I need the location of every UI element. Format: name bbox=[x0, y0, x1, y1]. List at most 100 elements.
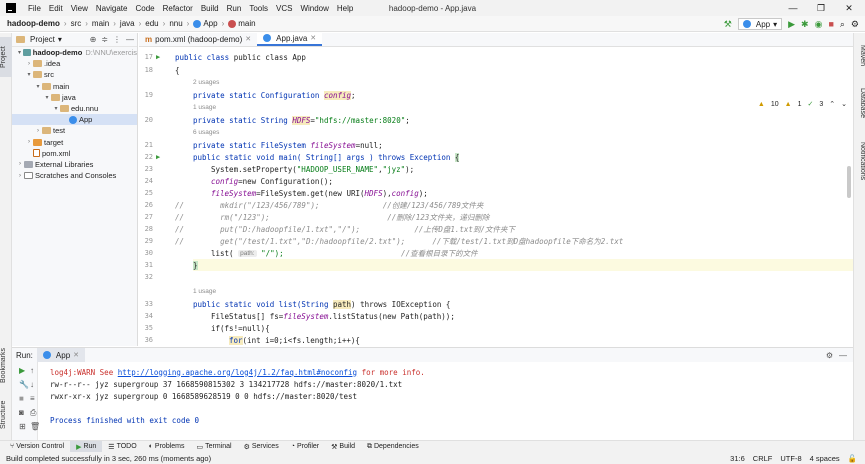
line-number[interactable]: 33 bbox=[139, 298, 173, 310]
expand-arrow-icon[interactable]: ▾ bbox=[52, 105, 60, 112]
tree-item[interactable]: ▾ main bbox=[12, 81, 137, 92]
line-number[interactable]: 31 bbox=[139, 259, 173, 271]
line-number[interactable]: 34 bbox=[139, 310, 173, 322]
print-icon[interactable]: ⎙ bbox=[30, 408, 36, 418]
menu-run[interactable]: Run bbox=[223, 4, 246, 13]
tw-terminal[interactable]: ▭ Terminal bbox=[191, 441, 238, 453]
tw-profiler[interactable]: ◔ Profiler bbox=[285, 441, 325, 453]
expand-arrow-icon[interactable]: ▾ bbox=[43, 94, 51, 101]
rerun-icon[interactable]: ▶ bbox=[19, 366, 25, 375]
wrench-icon[interactable]: 🔧 bbox=[19, 380, 29, 389]
run-config-select[interactable]: App ▾ bbox=[737, 18, 783, 30]
expand-arrow-icon[interactable]: › bbox=[25, 139, 33, 145]
project-panel-title[interactable]: Project bbox=[30, 35, 55, 44]
run-gutter-icon[interactable]: ▶ bbox=[156, 153, 160, 161]
minimize-button[interactable]: — bbox=[779, 0, 807, 16]
line-number[interactable]: 22 ▶ bbox=[139, 151, 173, 163]
run-button[interactable]: ▶ bbox=[788, 16, 795, 32]
menu-build[interactable]: Build bbox=[197, 4, 223, 13]
usage-hint[interactable]: 6 usages bbox=[193, 129, 219, 136]
caret-position[interactable]: 31:6 bbox=[730, 454, 745, 463]
tree-item[interactable]: ▾ java bbox=[12, 92, 137, 103]
wrap-icon[interactable]: ≡ bbox=[30, 394, 35, 403]
expand-arrow-icon[interactable]: › bbox=[25, 61, 33, 67]
menu-refactor[interactable]: Refactor bbox=[159, 4, 197, 13]
trash-icon[interactable]: 🗑 bbox=[30, 422, 40, 431]
line-number[interactable]: 26 bbox=[139, 199, 173, 211]
tw-dependencies[interactable]: ⧉ Dependencies bbox=[361, 441, 425, 453]
close-tab-icon[interactable]: ✕ bbox=[310, 34, 316, 42]
tree-item[interactable]: › test bbox=[12, 125, 137, 136]
indent-setting[interactable]: 4 spaces bbox=[810, 454, 840, 463]
tree-item[interactable]: ▾ edu.nnu bbox=[12, 103, 137, 114]
run-gutter-icon[interactable]: ▶ bbox=[156, 53, 160, 61]
menu-code[interactable]: Code bbox=[131, 4, 158, 13]
close-tab-icon[interactable]: ✕ bbox=[73, 351, 79, 359]
line-number[interactable]: 18 bbox=[139, 64, 173, 76]
code-editor[interactable]: 17 ▶ 18 19 20 21 22 ▶ 23 24 25 26 27 28 29 30 31 32 33 34 35… bbox=[139, 48, 853, 347]
locate-icon[interactable]: ⊕ bbox=[90, 35, 97, 44]
arrow-down-icon[interactable]: ↓ bbox=[30, 380, 34, 389]
menu-tools[interactable]: Tools bbox=[245, 4, 272, 13]
menu-view[interactable]: View bbox=[67, 4, 92, 13]
debug-button[interactable]: ✱ bbox=[801, 16, 809, 32]
tree-item[interactable]: ▾ src bbox=[12, 69, 137, 80]
tab-pom-xml[interactable]: m pom.xml (hadoop-demo) ✕ bbox=[139, 32, 257, 46]
close-tab-icon[interactable]: ✕ bbox=[245, 35, 251, 43]
chevron-down-icon[interactable]: ▾ bbox=[58, 35, 62, 44]
line-number[interactable]: 30 bbox=[139, 247, 173, 259]
line-number[interactable]: 29 bbox=[139, 235, 173, 247]
tw-run[interactable]: ▶ Run bbox=[70, 440, 103, 453]
tw-problems[interactable]: ◐ Problems bbox=[143, 441, 191, 453]
stop-button[interactable]: ■ bbox=[828, 16, 833, 32]
menu-help[interactable]: Help bbox=[333, 4, 357, 13]
stripe-project[interactable]: Project bbox=[0, 37, 12, 77]
tree-item[interactable]: ▾ hadoop-demo D:\NNU\exercis bbox=[12, 47, 137, 58]
line-number[interactable]: 19 bbox=[139, 89, 173, 101]
line-number[interactable]: 25 bbox=[139, 187, 173, 199]
menu-window[interactable]: Window bbox=[296, 4, 332, 13]
build-hammer-icon[interactable]: ⚒ bbox=[724, 16, 732, 32]
tree-item[interactable]: › .idea bbox=[12, 58, 137, 69]
tw-services[interactable]: ⚙ Services bbox=[238, 441, 285, 453]
line-number[interactable]: 32 bbox=[139, 271, 173, 283]
log4j-link[interactable]: http://logging.apache.org/log4j/1.2/faq.… bbox=[118, 368, 357, 377]
expand-arrow-icon[interactable]: ▾ bbox=[25, 71, 33, 78]
line-number[interactable]: 28 bbox=[139, 223, 173, 235]
line-number[interactable]: 23 bbox=[139, 163, 173, 175]
line-number[interactable]: 35 bbox=[139, 322, 173, 334]
usage-hint[interactable]: 1 usage bbox=[193, 288, 216, 295]
camera-icon[interactable]: ◙ bbox=[19, 408, 24, 417]
tree-item[interactable]: › Scratches and Consoles bbox=[12, 170, 137, 181]
line-number[interactable]: 36 bbox=[139, 334, 173, 346]
hide-icon[interactable]: — bbox=[126, 35, 134, 44]
tree-item[interactable]: › target bbox=[12, 137, 137, 148]
breadcrumb-edu[interactable]: edu bbox=[143, 19, 160, 28]
close-window-button[interactable]: ✕ bbox=[835, 0, 863, 16]
tree-item[interactable]: pom.xml bbox=[12, 148, 137, 159]
expand-arrow-icon[interactable]: › bbox=[34, 128, 42, 134]
expand-arrow-icon[interactable]: › bbox=[16, 161, 24, 167]
hide-icon[interactable]: — bbox=[839, 351, 847, 360]
collapse-icon[interactable]: ≑ bbox=[101, 35, 108, 44]
maximize-button[interactable]: ❐ bbox=[807, 0, 835, 16]
breadcrumb-project[interactable]: hadoop-demo bbox=[5, 19, 62, 28]
run-tab-app[interactable]: App ✕ bbox=[36, 348, 86, 362]
search-icon[interactable]: ⌕ bbox=[840, 16, 845, 32]
pin-icon[interactable]: ⊞ bbox=[19, 422, 26, 431]
line-number[interactable] bbox=[139, 126, 173, 138]
menu-vcs[interactable]: VCS bbox=[272, 4, 296, 13]
expand-arrow-icon[interactable]: › bbox=[16, 173, 24, 179]
breadcrumb-nnu[interactable]: nnu bbox=[167, 19, 184, 28]
lock-icon[interactable]: 🔓 bbox=[848, 454, 857, 463]
breadcrumb-class[interactable]: App bbox=[191, 19, 219, 28]
usage-hint[interactable]: 1 usage bbox=[193, 104, 216, 111]
menu-navigate[interactable]: Navigate bbox=[92, 4, 132, 13]
menu-file[interactable]: File bbox=[24, 4, 45, 13]
expand-arrow-icon[interactable]: ▾ bbox=[34, 83, 42, 90]
tw-todo[interactable]: ☰ TODO bbox=[102, 441, 142, 453]
settings-gear-icon[interactable]: ⚙ bbox=[826, 351, 833, 360]
line-separator[interactable]: CRLF bbox=[753, 454, 773, 463]
options-icon[interactable]: ⋮ bbox=[113, 35, 121, 44]
line-number[interactable]: 27 bbox=[139, 211, 173, 223]
